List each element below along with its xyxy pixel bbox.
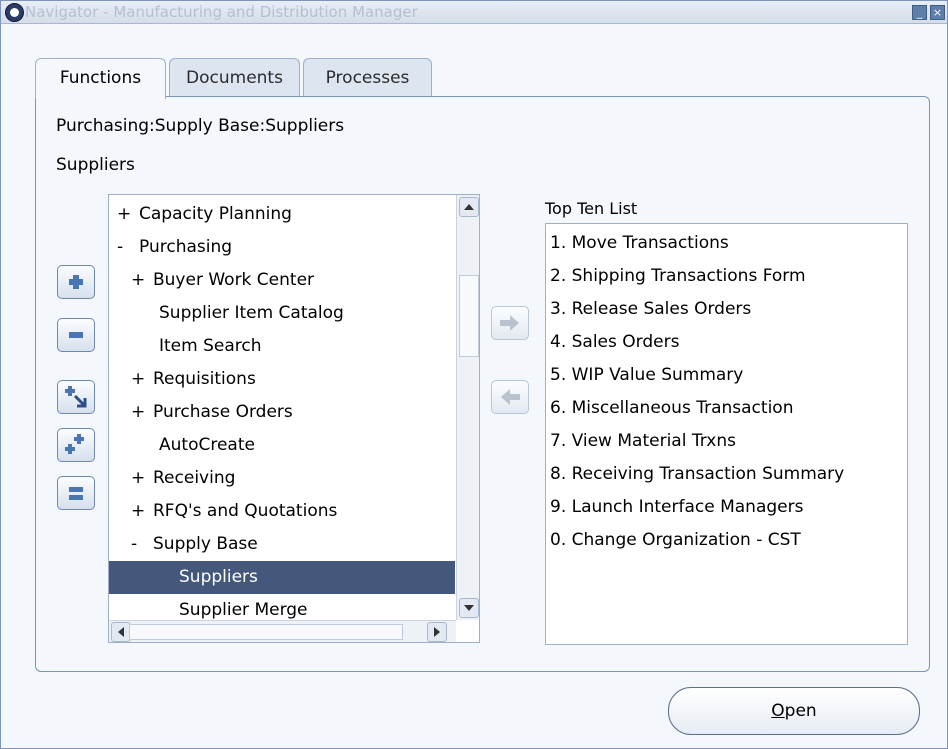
top-ten-item[interactable]: 2. Shipping Transactions Form xyxy=(550,260,806,293)
close-icon[interactable]: × xyxy=(930,5,945,20)
function-tree[interactable]: + Capacity Planning - Purchasing + Buyer Work… xyxy=(108,194,480,643)
tree-item-label: Buyer Work Center xyxy=(153,270,315,290)
triangle-up-icon xyxy=(464,204,474,210)
tree-item[interactable]: + Purchase Orders xyxy=(109,396,455,429)
selected-function-label: Suppliers xyxy=(56,155,135,175)
tab-documents[interactable]: Documents xyxy=(169,58,300,97)
expand-button[interactable] xyxy=(57,265,95,299)
window-title: Navigator - Manufacturing and Distributi… xyxy=(25,3,418,21)
tree-node-toggle[interactable]: + xyxy=(131,396,147,429)
tree-node-toggle[interactable]: - xyxy=(117,231,133,264)
tree-node-toggle[interactable]: - xyxy=(131,528,147,561)
expand-branch-button[interactable] xyxy=(57,380,95,414)
tree-horizontal-scrollbar[interactable] xyxy=(109,620,456,642)
tree-item[interactable]: + Capacity Planning xyxy=(109,198,455,231)
collapse-icon xyxy=(69,332,83,338)
scroll-up-button[interactable] xyxy=(459,197,479,217)
expand-icon xyxy=(69,275,83,289)
tree-node-toggle[interactable]: + xyxy=(131,462,147,495)
top-ten-list[interactable]: 1. Move Transactions 2. Shipping Transact… xyxy=(545,223,908,645)
top-ten-item[interactable]: 4. Sales Orders xyxy=(550,326,679,359)
tree-item-label: Purchasing xyxy=(139,237,233,257)
collapse-all-button[interactable] xyxy=(57,476,95,510)
tree-item[interactable]: + Buyer Work Center xyxy=(109,264,455,297)
tree-item-label: Item Search xyxy=(159,336,262,356)
tree-item-label: Receiving xyxy=(153,468,236,488)
top-ten-item[interactable]: 3. Release Sales Orders xyxy=(550,293,751,326)
expand-all-icon xyxy=(65,434,84,454)
top-ten-item[interactable]: 9. Launch Interface Managers xyxy=(550,491,803,524)
title-bar[interactable]: Navigator - Manufacturing and Distributi… xyxy=(1,1,947,24)
tree-item[interactable]: + Receiving xyxy=(109,462,455,495)
tree-item[interactable]: AutoCreate xyxy=(109,429,455,462)
top-ten-item[interactable]: 0. Change Organization - CST xyxy=(550,524,801,557)
horizontal-scroll-thumb[interactable] xyxy=(129,624,403,640)
scroll-right-button[interactable] xyxy=(427,622,447,642)
tree-node-toggle[interactable]: + xyxy=(131,363,147,396)
breadcrumb: Purchasing:Supply Base:Suppliers xyxy=(56,116,345,136)
tree-item-label: AutoCreate xyxy=(159,435,255,455)
top-ten-item[interactable]: 7. View Material Trxns xyxy=(550,425,736,458)
tree-item-label: Supplier Item Catalog xyxy=(159,303,344,323)
triangle-left-icon xyxy=(118,627,124,637)
oracle-app-icon xyxy=(5,3,24,22)
scroll-down-button[interactable] xyxy=(459,598,479,618)
tree-item-label: Requisitions xyxy=(153,369,256,389)
open-button-label: pen xyxy=(784,701,817,721)
tree-item-label: Purchase Orders xyxy=(153,402,293,422)
top-ten-item[interactable]: 6. Miscellaneous Transaction xyxy=(550,392,793,425)
add-to-top-ten-button[interactable] xyxy=(491,306,529,340)
tab-functions[interactable]: Functions xyxy=(35,58,166,99)
triangle-right-icon xyxy=(434,627,440,637)
tree-item[interactable]: - Supply Base xyxy=(109,528,455,561)
tree-item[interactable]: Suppliers xyxy=(109,561,455,594)
tree-item[interactable]: + Requisitions xyxy=(109,363,455,396)
tree-vertical-scrollbar[interactable] xyxy=(456,195,479,620)
expand-branch-icon xyxy=(65,386,87,408)
collapse-all-icon xyxy=(69,487,83,500)
vertical-scroll-thumb[interactable] xyxy=(459,275,479,357)
open-button[interactable]: Open xyxy=(668,687,920,735)
tree-item[interactable]: - Purchasing xyxy=(109,231,455,264)
tree-node-toggle[interactable]: + xyxy=(131,495,147,528)
tree-item[interactable]: + RFQ's and Quotations xyxy=(109,495,455,528)
triangle-down-icon xyxy=(464,605,474,611)
open-button-accel: O xyxy=(771,701,785,721)
tree-item-label: Supply Base xyxy=(153,534,258,554)
remove-from-top-ten-button[interactable] xyxy=(491,380,529,414)
tree-node-toggle[interactable]: + xyxy=(131,264,147,297)
top-ten-item[interactable]: 1. Move Transactions xyxy=(550,227,729,260)
tree-item-label: Supplier Merge xyxy=(179,600,308,620)
tree-item-label: Capacity Planning xyxy=(139,204,292,224)
collapse-button[interactable] xyxy=(57,318,95,352)
scroll-left-button[interactable] xyxy=(111,622,131,642)
tree-item-label: RFQ's and Quotations xyxy=(153,501,338,521)
tab-processes[interactable]: Processes xyxy=(303,58,432,97)
tree-item-label: Suppliers xyxy=(179,567,258,587)
tree-node-toggle[interactable]: + xyxy=(117,198,133,231)
tree-item[interactable]: Supplier Item Catalog xyxy=(109,297,455,330)
top-ten-title: Top Ten List xyxy=(545,199,638,218)
arrow-right-icon xyxy=(500,315,519,331)
expand-all-button[interactable] xyxy=(57,428,95,462)
top-ten-item[interactable]: 5. WIP Value Summary xyxy=(550,359,743,392)
navigator-window: Navigator - Manufacturing and Distributi… xyxy=(0,0,948,749)
tree-item[interactable]: Item Search xyxy=(109,330,455,363)
arrow-left-icon xyxy=(501,389,520,405)
top-ten-item[interactable]: 8. Receiving Transaction Summary xyxy=(550,458,844,491)
minimize-icon[interactable]: _ xyxy=(912,5,927,20)
